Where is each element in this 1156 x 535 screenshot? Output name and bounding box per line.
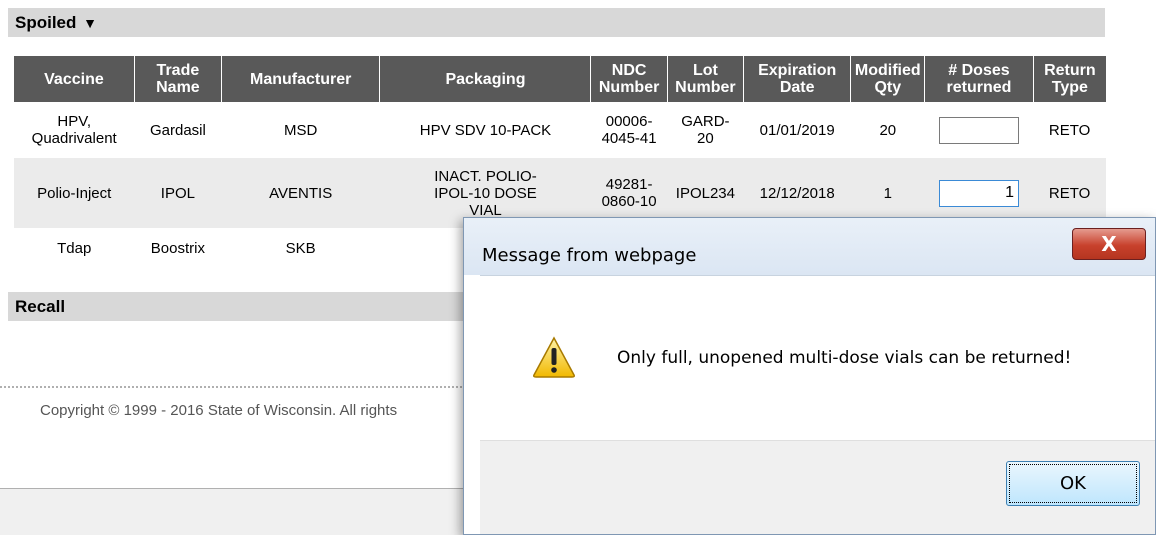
cell-trade-name: Boostrix (134, 228, 222, 296)
cell-manufacturer: SKB (221, 228, 380, 296)
doses-returned-input[interactable] (938, 179, 1019, 207)
close-button[interactable]: X (1072, 228, 1146, 260)
cell-packaging: HPV SDV 10-PACK (379, 102, 591, 158)
copyright-text: Copyright © 1999 - 2016 State of Wiscons… (40, 402, 398, 419)
header-manufacturer: Manufacturer (221, 56, 381, 102)
header-doses-returned: # Doses returned (924, 56, 1034, 102)
table-row: HPV, Quadrivalent Gardasil MSD HPV SDV 10… (14, 102, 1106, 158)
cell-ndc-number: 00006- 4045-41 (590, 102, 668, 158)
dialog-title-bar[interactable]: Message from webpage X (464, 218, 1155, 275)
message-dialog: Message from webpage X Only full, unopen… (463, 217, 1156, 535)
header-return-type: Return Type (1033, 56, 1106, 102)
header-ndc-number: NDC Number (590, 56, 668, 102)
close-icon: X (1101, 232, 1117, 256)
recall-title: Recall (15, 297, 66, 316)
header-packaging: Packaging (379, 56, 592, 102)
warning-icon (532, 336, 576, 383)
spoiled-title: Spoiled (15, 13, 77, 32)
header-modified-qty: Modified Qty (850, 56, 926, 102)
triangle-down-icon[interactable]: ▼ (83, 15, 97, 31)
footer-bar (0, 489, 470, 535)
cell-return-type: RETO (1033, 102, 1106, 158)
header-expiration-date: Expiration Date (743, 56, 852, 102)
cell-doses-returned (924, 102, 1034, 158)
dialog-title: Message from webpage (482, 245, 697, 266)
cell-lot-number: GARD- 20 (667, 102, 744, 158)
table-header-row: Vaccine Trade Name Manufacturer Packaging… (14, 56, 1106, 102)
cell-manufacturer: AVENTIS (221, 158, 380, 228)
ok-button[interactable]: OK (1006, 461, 1140, 506)
doses-returned-input[interactable] (938, 116, 1019, 144)
dotted-divider (0, 386, 470, 388)
cell-expiration-date: 01/01/2019 (743, 102, 851, 158)
cell-vaccine: HPV, Quadrivalent (14, 102, 135, 158)
cell-vaccine: Polio-Inject (14, 158, 135, 228)
dialog-body: Only full, unopened multi-dose vials can… (480, 275, 1155, 441)
dialog-message: Only full, unopened multi-dose vials can… (617, 348, 1072, 368)
dialog-footer: OK (480, 440, 1155, 534)
cell-trade-name: Gardasil (134, 102, 222, 158)
cell-trade-name: IPOL (134, 158, 222, 228)
header-vaccine: Vaccine (14, 56, 135, 102)
spoiled-section-header[interactable]: Spoiled ▼ (8, 8, 1105, 37)
header-lot-number: Lot Number (667, 56, 745, 102)
cell-manufacturer: MSD (221, 102, 380, 158)
cell-vaccine: Tdap (14, 228, 135, 296)
cell-modified-qty: 20 (850, 102, 925, 158)
header-trade-name: Trade Name (134, 56, 222, 102)
